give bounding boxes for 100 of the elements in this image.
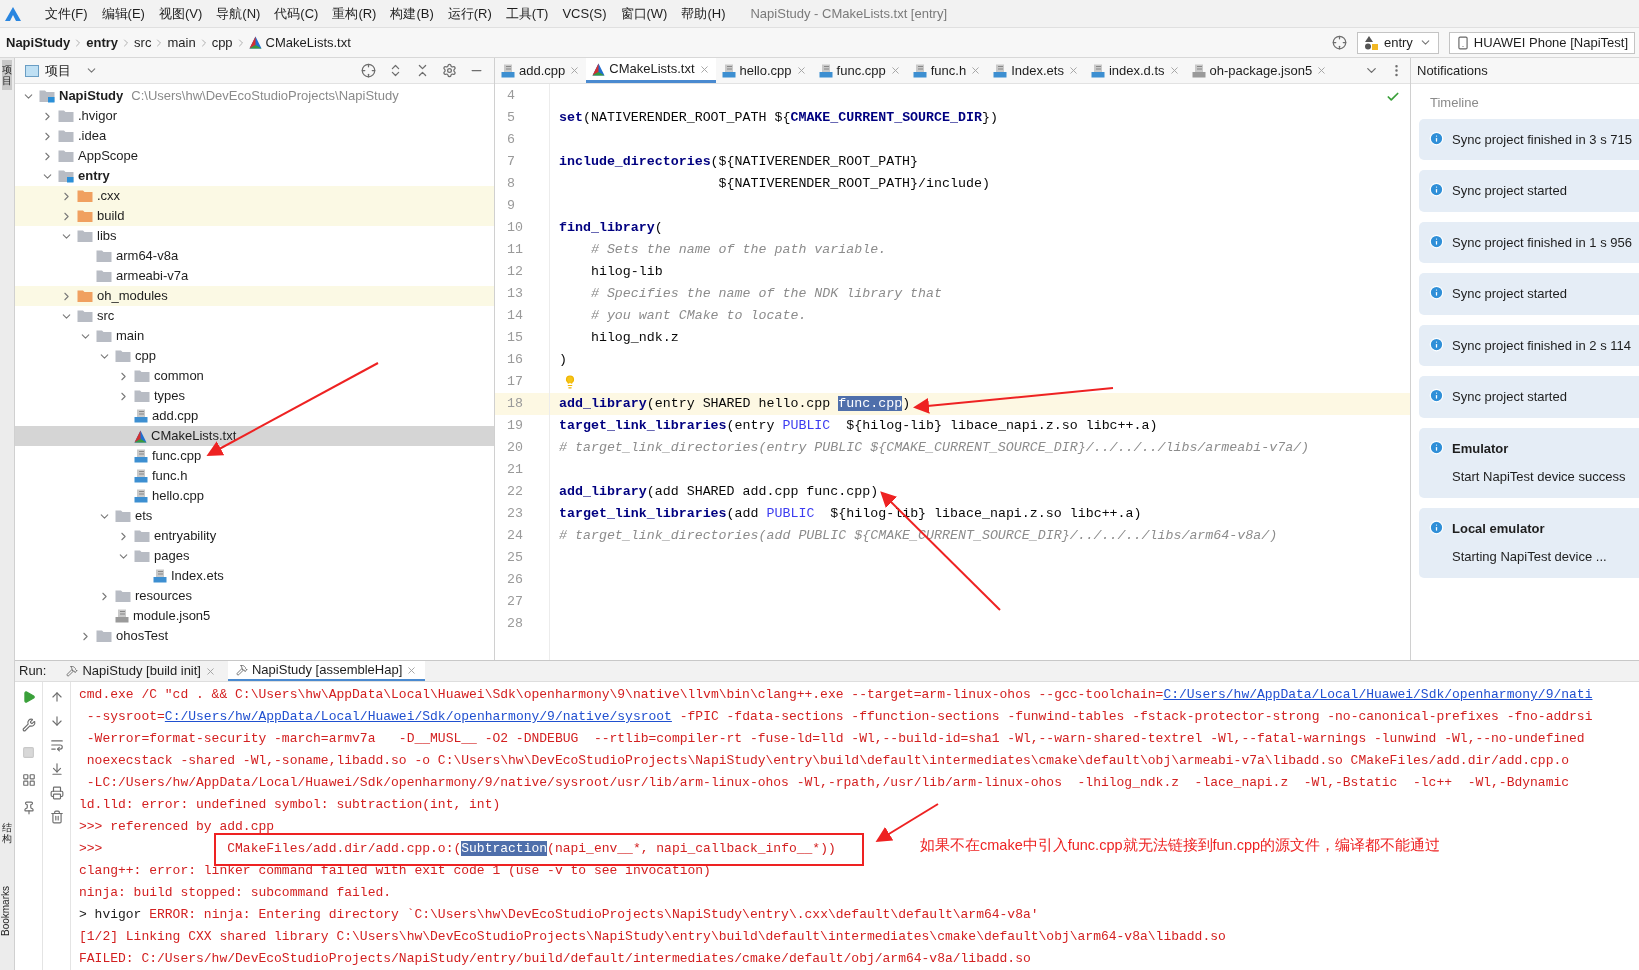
editor-tab[interactable]: oh-package.json5: [1185, 58, 1334, 83]
close-icon[interactable]: [1067, 65, 1079, 76]
console-line: noexecstack -shared -Wl,-soname,libadd.so -o C:\Users\hw\DevEcoStudioProjects\NapiStudy\entry\build\default\intermediates\cmake\default\obj\armeabi-v7a\libadd.so CMakeFiles/add.dir/add.cpp.o: [85, 753, 1570, 768]
tree-item[interactable]: Index.ets: [15, 566, 494, 586]
tree-item[interactable]: main: [15, 326, 494, 346]
tree-item[interactable]: types: [15, 386, 494, 406]
tree-item[interactable]: resources: [15, 586, 494, 606]
tab-label: oh-package.json5: [1209, 61, 1313, 80]
tree-item[interactable]: NapiStudy C:\Users\hw\DevEcoStudioProjects\NapiStudy: [15, 86, 494, 106]
menu-item[interactable]: VCS(S): [555, 0, 614, 27]
file-icon: [134, 409, 148, 423]
menu-item[interactable]: 帮助(H): [674, 0, 733, 27]
tree-item[interactable]: module.json5: [15, 606, 494, 626]
line-number: 15: [507, 330, 523, 345]
close-icon[interactable]: [1168, 65, 1180, 76]
editor-tab[interactable]: add.cpp: [495, 58, 587, 83]
close-icon[interactable]: [205, 665, 216, 677]
tree-item[interactable]: .hvigor: [15, 106, 494, 126]
notification-card[interactable]: Sync project started: [1419, 376, 1639, 418]
view-selector[interactable]: 项目: [45, 60, 98, 81]
menu-item[interactable]: 窗口(W): [613, 0, 675, 27]
notification-card[interactable]: Sync project finished in 2 s 114: [1419, 324, 1639, 366]
tree-item[interactable]: libs: [15, 226, 494, 246]
arrow-down-icon[interactable]: [49, 714, 64, 728]
tree-item[interactable]: .idea: [15, 126, 494, 146]
arrow-up-icon[interactable]: [49, 690, 64, 704]
tree-item-label: resources: [135, 587, 193, 606]
tree-item[interactable]: entry: [15, 166, 494, 186]
tree-item[interactable]: add.cpp: [15, 406, 494, 426]
menu-item[interactable]: 构建(B): [383, 0, 441, 27]
breadcrumb-item[interactable]: NapiStudy: [0, 32, 71, 53]
tree-item[interactable]: build: [15, 206, 494, 226]
close-icon[interactable]: [889, 65, 901, 76]
menu-item[interactable]: 视图(V): [151, 0, 210, 27]
scroll-to-end-icon[interactable]: [49, 762, 64, 776]
notification-card[interactable]: Emulator Start NapiTest device success: [1419, 427, 1639, 498]
tree-item[interactable]: .cxx: [15, 186, 494, 206]
menu-item[interactable]: 文件(F): [38, 0, 95, 27]
tree-item[interactable]: func.h: [15, 466, 494, 486]
close-icon[interactable]: [795, 65, 807, 76]
editor-tab[interactable]: func.cpp: [812, 58, 907, 83]
menu-item[interactable]: 工具(T): [498, 0, 556, 27]
tree-item[interactable]: cpp: [15, 346, 494, 366]
run-icon[interactable]: [21, 690, 36, 704]
breadcrumb-item[interactable]: main: [167, 32, 196, 53]
menu-item[interactable]: 代码(C): [267, 0, 326, 27]
tree-item[interactable]: src: [15, 306, 494, 326]
tree-item[interactable]: arm64-v8a: [15, 246, 494, 266]
notification-card[interactable]: Sync project finished in 3 s 715: [1419, 118, 1639, 160]
device-dropdown[interactable]: HUAWEI Phone [NapiTest]: [1448, 31, 1635, 54]
trash-icon[interactable]: [49, 810, 64, 824]
notification-card[interactable]: Local emulator Starting NapiTest device ...: [1419, 507, 1639, 578]
bookmarks-tool-tab[interactable]: Bookmarks: [0, 886, 14, 936]
print-icon[interactable]: [49, 786, 64, 800]
editor-tab[interactable]: func.h: [906, 58, 988, 83]
close-icon[interactable]: [970, 65, 982, 76]
locate-icon[interactable]: [361, 63, 376, 78]
menu-item[interactable]: 导航(N): [209, 0, 268, 27]
project-tool-tab[interactable]: 项目: [2, 60, 12, 90]
wrench-icon[interactable]: [21, 718, 36, 732]
close-icon[interactable]: [569, 65, 581, 76]
breadcrumb-item[interactable]: cpp: [211, 32, 233, 53]
tree-item[interactable]: common: [15, 366, 494, 386]
tree-item[interactable]: CMakeLists.txt: [15, 426, 494, 446]
tree-item[interactable]: entryability: [15, 526, 494, 546]
editor-tab[interactable]: index.d.ts: [1084, 58, 1186, 83]
pin-icon[interactable]: [21, 801, 36, 815]
tree-item[interactable]: AppScope: [15, 146, 494, 166]
lightbulb-icon[interactable]: [563, 375, 577, 389]
tree-item[interactable]: hello.cpp: [15, 486, 494, 506]
locate-icon[interactable]: [1331, 35, 1347, 50]
tree-item[interactable]: ohosTest: [15, 626, 494, 646]
breadcrumb-item[interactable]: entry: [86, 32, 119, 53]
tree-item[interactable]: pages: [15, 546, 494, 566]
tree-item[interactable]: oh_modules: [15, 286, 494, 306]
editor-tab[interactable]: Index.ets: [987, 58, 1085, 83]
menu-item[interactable]: 重构(R): [325, 0, 384, 27]
tree-item-label: types: [154, 387, 186, 406]
settings-icon[interactable]: [442, 63, 457, 78]
notification-card[interactable]: Sync project started: [1419, 170, 1639, 212]
tree-item[interactable]: ets: [15, 506, 494, 526]
structure-tool-tab[interactable]: 结构: [2, 822, 12, 844]
notification-card[interactable]: Sync project started: [1419, 273, 1639, 315]
close-icon[interactable]: [1316, 65, 1328, 76]
menu-item[interactable]: 运行(R): [440, 0, 499, 27]
close-icon[interactable]: [406, 664, 418, 676]
close-icon[interactable]: [698, 63, 710, 75]
editor-tab[interactable]: hello.cpp: [715, 58, 813, 83]
breadcrumb-item[interactable]: CMakeLists.txt: [248, 32, 351, 53]
breadcrumb-item[interactable]: src: [134, 32, 152, 53]
layout-icon[interactable]: [21, 773, 36, 787]
run-tab[interactable]: NapiStudy [build init]: [58, 661, 224, 681]
tree-item[interactable]: armeabi-v7a: [15, 266, 494, 286]
module-dropdown[interactable]: entry: [1356, 31, 1439, 54]
run-tab[interactable]: NapiStudy [assembleHap]: [228, 661, 426, 681]
editor-tab[interactable]: CMakeLists.txt: [586, 58, 716, 83]
menu-item[interactable]: 编辑(E): [94, 0, 152, 27]
soft-wrap-icon[interactable]: [49, 738, 64, 752]
tree-item[interactable]: func.cpp: [15, 446, 494, 466]
notification-card[interactable]: Sync project finished in 1 s 956: [1419, 221, 1639, 263]
